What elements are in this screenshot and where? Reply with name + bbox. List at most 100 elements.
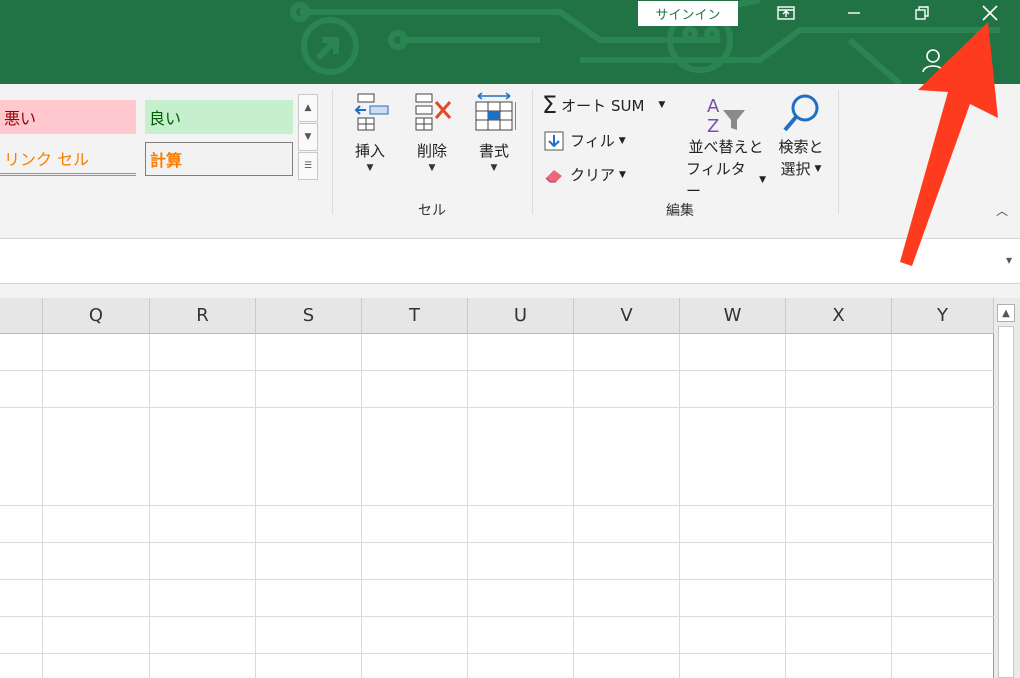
column-header-w[interactable]: W <box>680 298 786 334</box>
autosum-button[interactable]: Σ オート SUM ▼ <box>542 91 666 119</box>
find-select-label-line2-row: 選択 ▼ <box>781 158 822 180</box>
chevron-down-icon: ▼ <box>658 100 666 110</box>
delete-cells-icon <box>415 93 452 131</box>
group-separator <box>532 90 533 214</box>
find-select-button[interactable]: 検索と 選択 ▼ <box>772 92 830 180</box>
column-header-q[interactable]: Q <box>43 298 150 334</box>
chevron-down-icon: ▼ <box>814 164 822 174</box>
scroll-thumb[interactable] <box>998 326 1014 678</box>
find-select-label-line1: 検索と <box>778 138 824 156</box>
delete-label: 削除 <box>416 142 447 160</box>
title-bar: サインイン <box>0 0 1020 84</box>
grid-line <box>361 334 362 678</box>
close-button[interactable] <box>960 0 1020 26</box>
restore-button[interactable] <box>892 0 952 26</box>
gallery-more[interactable]: ☰ <box>298 152 318 180</box>
insert-cells-button[interactable]: 挿入 ▼ <box>342 92 398 188</box>
chevron-down-icon: ▼ <box>619 169 626 180</box>
svg-text:Z: Z <box>707 116 719 136</box>
ribbon: 悪い 良い リンク セル 計算 ▲ ▼ ☰ 挿入 ▼ 削除 ▼ 書式 ▼ セル … <box>0 84 1020 223</box>
user-account-button[interactable] <box>922 48 944 76</box>
grid-line <box>0 505 994 506</box>
column-header-u[interactable]: U <box>468 298 574 334</box>
gallery-scroll-up[interactable]: ▲ <box>298 94 318 122</box>
fill-label: フィル <box>570 132 615 150</box>
grid-line <box>0 370 994 371</box>
vertical-scrollbar[interactable]: ▲ <box>994 298 1020 678</box>
grid-line <box>891 334 892 678</box>
format-label: 書式 <box>478 142 509 160</box>
sort-filter-label-line2: フィルター <box>686 160 746 200</box>
grid-line <box>0 407 994 408</box>
formula-gap <box>0 284 1020 298</box>
column-header-t[interactable]: T <box>362 298 468 334</box>
column-header-r[interactable]: R <box>150 298 256 334</box>
collapse-ribbon-button[interactable]: ︿ <box>996 202 1008 219</box>
svg-text:A: A <box>707 96 720 117</box>
sort-filter-button[interactable]: A Z 並べ替えと フィルター ▼ <box>686 92 766 202</box>
search-icon <box>783 94 819 132</box>
style-linked-cell-label: リンク セル <box>4 149 90 169</box>
column-header-previous[interactable] <box>0 298 43 334</box>
find-select-label-line2: 選択 <box>780 160 811 178</box>
ribbon-gap <box>0 222 1020 238</box>
gallery-scroll-down[interactable]: ▼ <box>298 123 318 151</box>
grid-line <box>785 334 786 678</box>
column-header-x[interactable]: X <box>786 298 892 334</box>
style-bad-label: 悪い <box>4 109 37 128</box>
chevron-down-icon: ▼ <box>366 163 374 173</box>
styles-gallery-scroll: ▲ ▼ ☰ <box>298 94 320 182</box>
style-good[interactable]: 良い <box>145 100 293 134</box>
grid-line <box>0 653 994 654</box>
chevron-down-icon: ▼ <box>618 135 626 146</box>
grid-line <box>467 334 468 678</box>
grid-line <box>679 334 680 678</box>
sort-filter-label-line2-row: フィルター ▼ <box>686 158 766 202</box>
formula-bar[interactable]: ▾ <box>0 238 1020 284</box>
column-header-y[interactable]: Y <box>892 298 994 334</box>
ribbon-display-options-button[interactable] <box>756 0 816 26</box>
user-icon <box>922 49 944 73</box>
clear-button[interactable]: クリア ▼ <box>544 164 626 185</box>
style-calculation[interactable]: 計算 <box>145 142 293 176</box>
format-cells-icon <box>475 92 516 131</box>
sort-filter-label-line1: 並べ替えと <box>688 138 764 156</box>
group-separator <box>332 90 333 214</box>
grid-line <box>0 579 994 580</box>
grid-line <box>255 334 256 678</box>
column-header-s[interactable]: S <box>256 298 362 334</box>
grid-line <box>0 616 994 617</box>
style-calculation-label: 計算 <box>150 151 183 170</box>
fill-button[interactable]: フィル ▼ <box>544 130 626 151</box>
grid-line <box>149 334 150 678</box>
grid-line <box>0 542 994 543</box>
delete-cells-button[interactable]: 削除 ▼ <box>404 92 460 188</box>
minimize-button[interactable] <box>824 0 884 26</box>
group-separator <box>838 90 839 214</box>
style-good-label: 良い <box>149 109 182 128</box>
worksheet-grid[interactable]: Q R S T U V W X Y <box>0 298 994 678</box>
autosum-label: オート SUM <box>561 96 645 115</box>
clear-label: クリア <box>570 166 616 184</box>
style-bad[interactable]: 悪い <box>0 100 136 134</box>
eraser-icon <box>545 169 562 182</box>
fill-down-icon <box>544 131 564 150</box>
sigma-icon: Σ <box>542 91 558 119</box>
expand-formula-bar-icon[interactable]: ▾ <box>1006 253 1012 267</box>
insert-cells-icon <box>354 93 389 131</box>
chevron-down-icon: ▼ <box>490 163 498 173</box>
signin-button[interactable]: サインイン <box>638 1 738 26</box>
insert-label: 挿入 <box>354 142 385 160</box>
scroll-up-button[interactable]: ▲ <box>997 304 1015 322</box>
minimize-icon <box>848 12 860 14</box>
ribbon-display-icon <box>777 6 795 20</box>
close-icon <box>982 5 998 21</box>
cells-group-label: セル <box>418 203 446 219</box>
chevron-down-icon: ▼ <box>428 163 436 173</box>
chevron-down-icon: ▼ <box>759 175 766 185</box>
grid-line <box>42 334 43 678</box>
format-cells-button[interactable]: 書式 ▼ <box>466 92 522 188</box>
restore-icon <box>915 6 929 20</box>
column-header-v[interactable]: V <box>574 298 680 334</box>
style-linked-cell[interactable]: リンク セル <box>0 142 136 176</box>
